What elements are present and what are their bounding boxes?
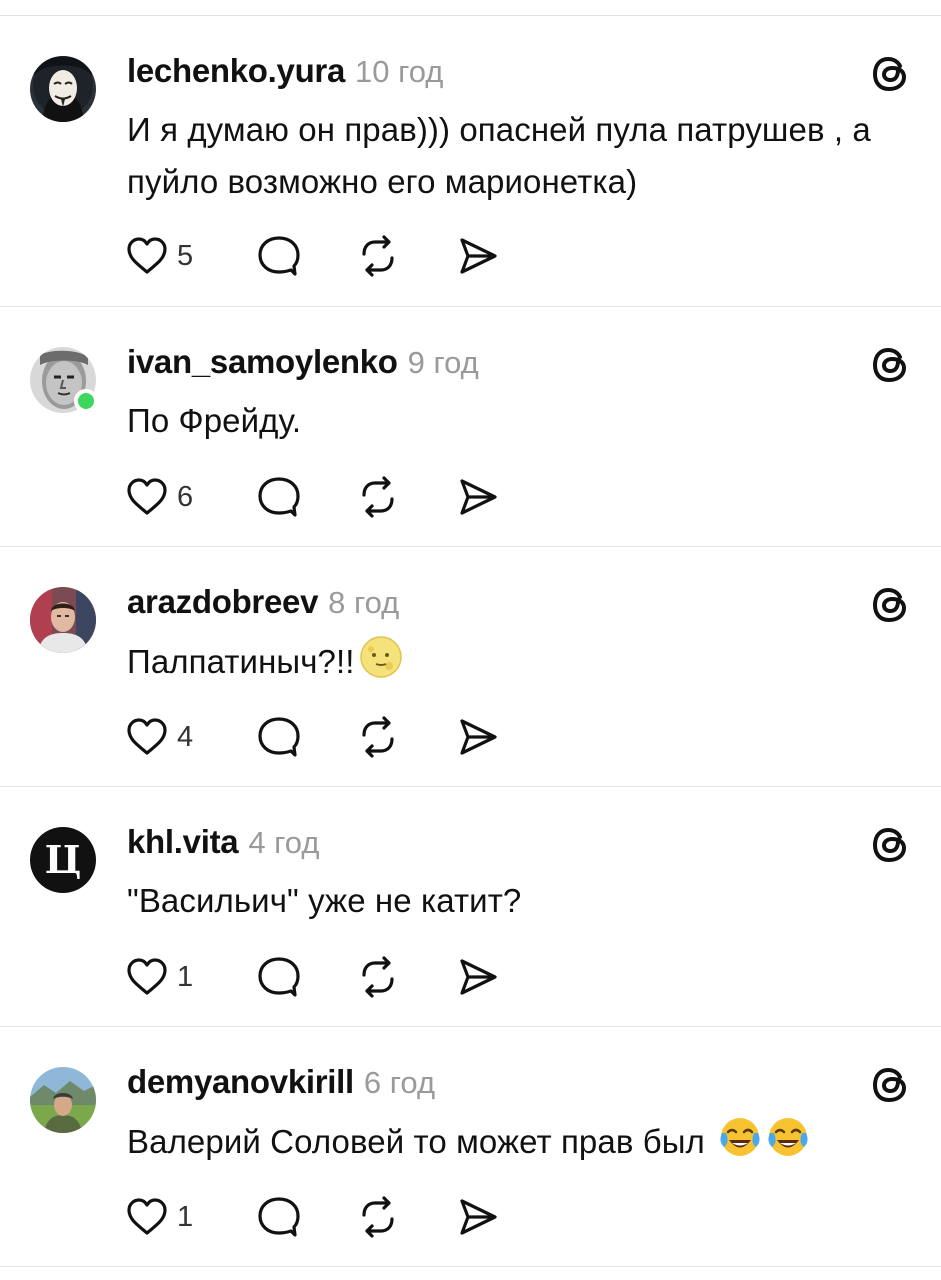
send-icon — [460, 959, 497, 995]
repost-icon — [362, 716, 394, 758]
comment-text: Валерий Соловей то может прав был — [127, 1115, 917, 1168]
share-button[interactable] — [455, 955, 501, 999]
post-header: khl.vita 4 год — [127, 823, 319, 863]
action-bar: 1 — [125, 955, 501, 999]
comment-post: Ц khl.vita 4 год "Васильич" уже не катит… — [0, 787, 941, 1027]
action-bar: 6 — [125, 475, 501, 519]
comment-text-body: Палпатиныч?!! — [127, 643, 355, 680]
repost-button[interactable] — [355, 1195, 455, 1239]
timestamp: 6 год — [363, 1065, 436, 1100]
send-icon — [460, 719, 497, 755]
heart-icon — [127, 237, 167, 274]
avatar-image-mask — [30, 56, 96, 122]
avatar-image-mask — [30, 1067, 96, 1133]
comment-text: Палпатиныч?!! — [127, 635, 917, 688]
online-status-dot — [74, 389, 98, 413]
reply-button[interactable] — [255, 715, 355, 759]
action-bar: 1 — [125, 1195, 501, 1239]
like-count: 5 — [177, 239, 194, 272]
threads-logo-icon[interactable] — [871, 825, 911, 865]
reply-bubble-icon — [258, 236, 300, 276]
send-icon — [460, 479, 497, 515]
heart-icon — [127, 718, 167, 755]
like-button[interactable]: 1 — [125, 1195, 255, 1239]
comment-post: demyanovkirill 6 год Валерий Соловей то … — [0, 1027, 941, 1267]
username[interactable]: demyanovkirill — [127, 1063, 354, 1101]
share-button[interactable] — [455, 1195, 501, 1239]
like-button[interactable]: 6 — [125, 475, 255, 519]
action-bar: 5 — [125, 234, 501, 278]
like-count: 1 — [177, 1200, 194, 1233]
threads-logo-icon[interactable] — [871, 1065, 911, 1105]
like-count: 1 — [177, 960, 194, 993]
username[interactable]: khl.vita — [127, 823, 239, 861]
reply-button[interactable] — [255, 475, 355, 519]
username[interactable]: ivan_samoylenko — [127, 343, 398, 381]
reply-button[interactable] — [255, 234, 355, 278]
share-button[interactable] — [455, 475, 501, 519]
reply-bubble-icon — [258, 477, 300, 517]
repost-button[interactable] — [355, 715, 455, 759]
tears-of-joy-emoji — [768, 1118, 808, 1156]
reply-button[interactable] — [255, 1195, 355, 1239]
reply-bubble-icon — [258, 717, 300, 757]
avatar[interactable]: Ц — [30, 827, 96, 893]
send-icon — [460, 238, 497, 274]
avatar[interactable] — [30, 56, 96, 122]
comment-post: lechenko.yura 10 год И я думаю он прав))… — [0, 16, 941, 307]
timestamp: 8 год — [328, 585, 400, 620]
repost-icon — [362, 235, 394, 277]
comment-feed: lechenko.yura 10 год И я думаю он прав))… — [0, 16, 941, 1267]
timestamp: 10 год — [355, 54, 444, 89]
heart-icon — [127, 478, 167, 515]
tears-of-joy-emoji — [720, 1118, 760, 1156]
avatar-image-mask — [30, 587, 96, 653]
like-button[interactable]: 4 — [125, 715, 255, 759]
reply-bubble-icon — [258, 957, 300, 997]
repost-icon — [362, 476, 394, 518]
repost-button[interactable] — [355, 955, 455, 999]
like-button[interactable]: 1 — [125, 955, 255, 999]
repost-icon — [362, 956, 394, 998]
repost-button[interactable] — [355, 475, 455, 519]
threads-logo-icon[interactable] — [871, 585, 911, 625]
avatar[interactable] — [30, 587, 96, 653]
timestamp: 9 год — [407, 345, 479, 380]
like-count: 4 — [177, 720, 194, 753]
comment-text: И я думаю он прав))) опасней пула патруш… — [127, 111, 871, 200]
avatar[interactable] — [30, 347, 98, 413]
heart-icon — [127, 1198, 167, 1235]
post-header: demyanovkirill 6 год — [127, 1063, 435, 1103]
repost-icon — [362, 1196, 394, 1238]
comment-post: ivan_samoylenko 9 год По Фрейду. 6 — [0, 307, 941, 547]
username[interactable]: lechenko.yura — [127, 52, 345, 90]
post-header: lechenko.yura 10 год — [127, 52, 443, 92]
avatar-image-mask: Ц — [30, 827, 96, 893]
threads-logo-icon[interactable] — [871, 345, 911, 385]
like-button[interactable]: 5 — [125, 234, 255, 278]
post-header: arazdobreev 8 год — [127, 583, 399, 623]
avatar-letter: Ц — [45, 837, 82, 882]
repost-button[interactable] — [355, 234, 455, 278]
comment-text: По Фрейду. — [127, 402, 302, 439]
username[interactable]: arazdobreev — [127, 583, 318, 621]
action-bar: 4 — [125, 715, 501, 759]
moon-face-emoji — [359, 636, 402, 678]
heart-icon — [127, 958, 167, 995]
send-icon — [460, 1199, 497, 1235]
threads-logo-icon[interactable] — [871, 54, 911, 94]
avatar[interactable] — [30, 1067, 96, 1133]
reply-button[interactable] — [255, 955, 355, 999]
share-button[interactable] — [455, 715, 501, 759]
comment-text-body: Валерий Соловей то может прав был — [127, 1123, 705, 1160]
like-count: 6 — [177, 480, 194, 513]
reply-bubble-icon — [258, 1197, 300, 1237]
share-button[interactable] — [455, 234, 501, 278]
timestamp: 4 год — [248, 825, 320, 860]
comment-post: arazdobreev 8 год Палпатиныч?!! 4 — [0, 547, 941, 787]
post-header: ivan_samoylenko 9 год — [127, 343, 479, 383]
comment-text: "Васильич" уже не катит? — [127, 882, 522, 919]
